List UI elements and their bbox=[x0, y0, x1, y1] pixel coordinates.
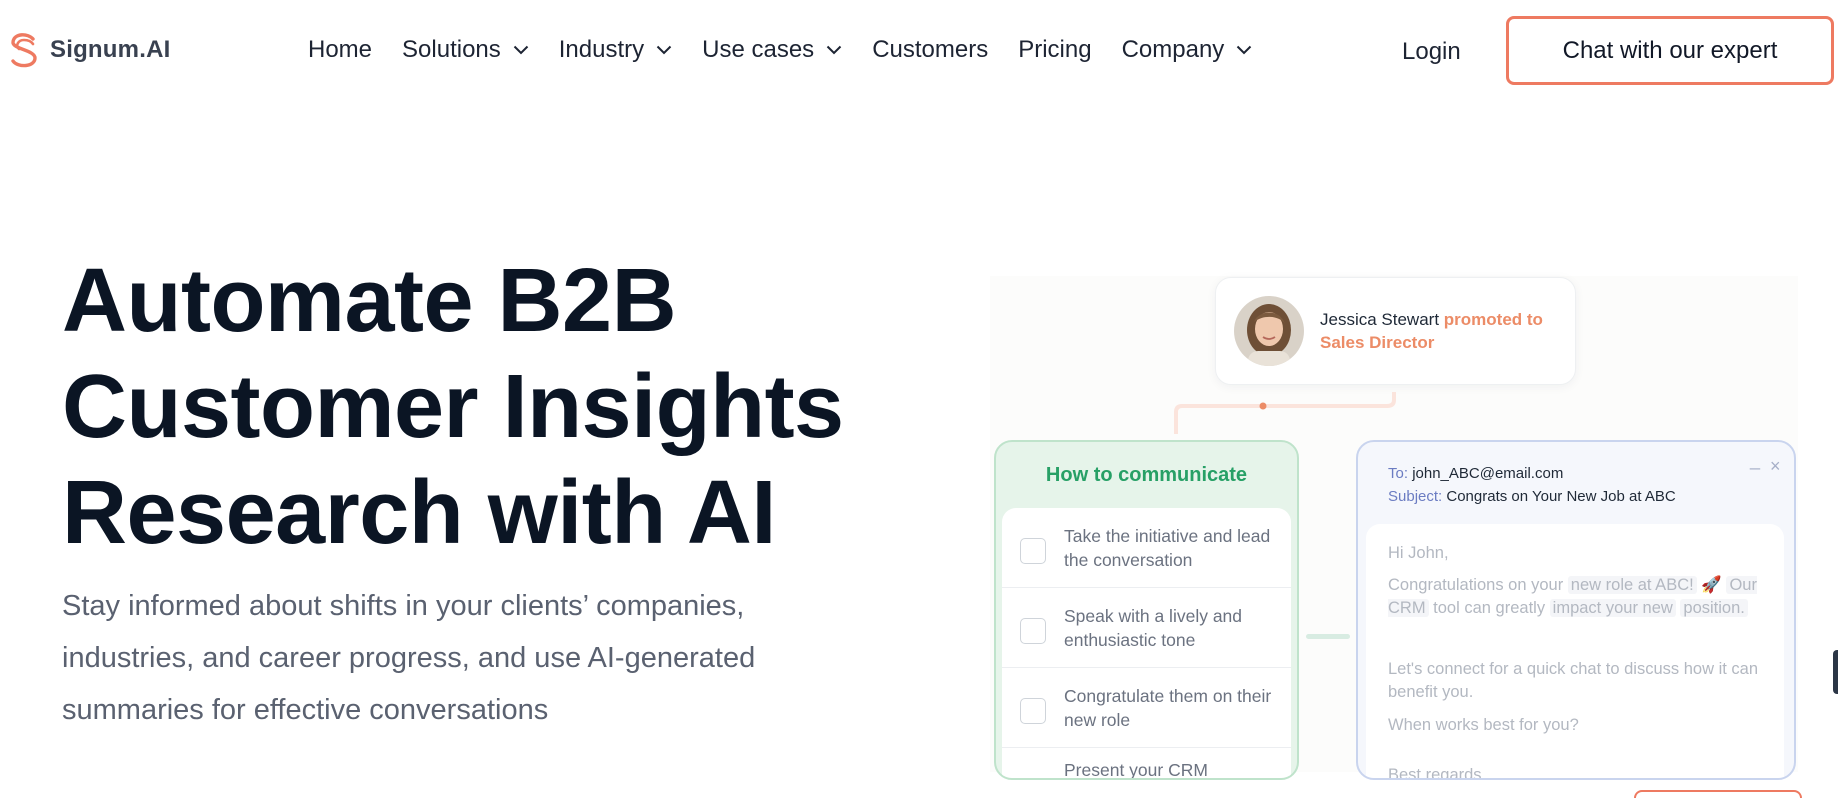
nav-use-cases[interactable]: Use cases bbox=[702, 36, 842, 64]
chevron-down-icon bbox=[1237, 45, 1252, 55]
nav-solutions[interactable]: Solutions bbox=[402, 36, 529, 64]
chevron-down-icon bbox=[826, 45, 842, 55]
nav-home[interactable]: Home bbox=[308, 36, 372, 64]
profile-update-text: Jessica Stewart promoted to Sales Direct… bbox=[1320, 308, 1560, 354]
nav-customers[interactable]: Customers bbox=[872, 36, 988, 64]
list-item: Take the initiative and lead the convers… bbox=[1002, 508, 1291, 588]
email-to-value: john_ABC@email.com bbox=[1412, 465, 1564, 482]
nav-use-cases-label: Use cases bbox=[702, 36, 815, 63]
email-draft-card: To: john_ABC@email.com Subject: Congrats… bbox=[1356, 440, 1796, 780]
tip-text: Take the initiative and lead the convers… bbox=[1064, 526, 1271, 570]
profile-update-card: Jessica Stewart promoted to Sales Direct… bbox=[1215, 277, 1576, 385]
minimize-icon[interactable]: _ bbox=[1750, 450, 1760, 471]
top-navigation: Signum.AI Home Solutions Industry Use ca… bbox=[0, 0, 1838, 100]
email-paragraph: Let's connect for a quick chat to discus… bbox=[1388, 660, 1759, 701]
email-body: Hi John, Congratulations on your new rol… bbox=[1366, 524, 1784, 780]
email-highlight: impact your new bbox=[1549, 599, 1676, 617]
how-to-communicate-card: How to communicate Take the initiative a… bbox=[994, 440, 1299, 780]
tip-checkbox[interactable] bbox=[1020, 538, 1046, 564]
communication-tips-list: Take the initiative and lead the convers… bbox=[1002, 508, 1291, 780]
hero-title-line: Customer Insights bbox=[62, 357, 844, 457]
chevron-down-icon bbox=[656, 45, 672, 55]
tip-text-partial: Present your CRM bbox=[1064, 760, 1208, 780]
brand-logo[interactable]: Signum.AI bbox=[6, 30, 170, 70]
email-header: To: john_ABC@email.com Subject: Congrats… bbox=[1388, 462, 1676, 508]
chevron-down-icon bbox=[513, 45, 528, 55]
chat-with-expert-button[interactable]: Chat with our expert bbox=[1506, 16, 1834, 85]
nav-home-label: Home bbox=[308, 36, 373, 63]
tip-checkbox[interactable] bbox=[1020, 618, 1046, 644]
tip-text: Speak with a lively and enthusiastic ton… bbox=[1064, 606, 1243, 650]
nav-customers-label: Customers bbox=[872, 36, 989, 63]
email-paragraph: Congratulations on your new role at ABC!… bbox=[1388, 574, 1768, 620]
email-highlight: new role at ABC! bbox=[1567, 576, 1697, 594]
nav-pricing-label: Pricing bbox=[1018, 36, 1092, 63]
nav-industry[interactable]: Industry bbox=[559, 36, 672, 64]
side-widget-tab[interactable] bbox=[1833, 650, 1838, 694]
hero-subtitle: Stay informed about shifts in your clien… bbox=[62, 590, 756, 726]
email-paragraph: When works best for you? bbox=[1388, 716, 1579, 734]
email-highlight: position. bbox=[1680, 599, 1748, 617]
email-subject-value: Congrats on Your New Job at ABC bbox=[1446, 488, 1676, 505]
rocket-icon: 🚀 bbox=[1701, 576, 1722, 594]
nav-pricing[interactable]: Pricing bbox=[1018, 36, 1091, 64]
email-subject-label: Subject: bbox=[1388, 488, 1443, 505]
signum-logo-icon bbox=[11, 33, 37, 68]
list-item: Congratulate them on their new role bbox=[1002, 668, 1291, 748]
email-text: tool can greatly bbox=[1433, 599, 1546, 617]
hero-title-line: Research with AI bbox=[62, 463, 776, 563]
hero-title: Automate B2B Customer Insights Research … bbox=[62, 248, 902, 566]
nav-company[interactable]: Company bbox=[1122, 36, 1253, 64]
nav-solutions-label: Solutions bbox=[402, 36, 501, 63]
close-icon[interactable]: × bbox=[1770, 456, 1781, 477]
email-text: Congratulations on your bbox=[1388, 576, 1564, 594]
avatar bbox=[1234, 296, 1304, 366]
hero-title-line: Automate B2B bbox=[62, 251, 677, 351]
email-to-label: To: bbox=[1388, 465, 1409, 482]
email-signoff: Best regards, bbox=[1388, 766, 1487, 780]
how-to-communicate-title: How to communicate bbox=[1045, 463, 1248, 486]
nav-company-label: Company bbox=[1121, 36, 1225, 63]
tip-text: Congratulate them on their new role bbox=[1064, 686, 1272, 730]
profile-name: Jessica Stewart bbox=[1320, 310, 1440, 329]
person-avatar-icon bbox=[1234, 296, 1304, 366]
main-menu: Home Solutions Industry Use cases Custom… bbox=[308, 36, 1282, 64]
nav-industry-label: Industry bbox=[558, 36, 645, 63]
email-greeting: Hi John, bbox=[1388, 544, 1449, 562]
list-item: Speak with a lively and enthusiastic ton… bbox=[1002, 588, 1291, 668]
tip-checkbox[interactable] bbox=[1020, 698, 1046, 724]
partial-button[interactable] bbox=[1634, 790, 1802, 798]
login-link[interactable]: Login bbox=[1402, 38, 1461, 66]
card-link-bar bbox=[1306, 634, 1350, 639]
brand-name: Signum.AI bbox=[50, 36, 171, 63]
flow-connector bbox=[1174, 392, 1396, 434]
